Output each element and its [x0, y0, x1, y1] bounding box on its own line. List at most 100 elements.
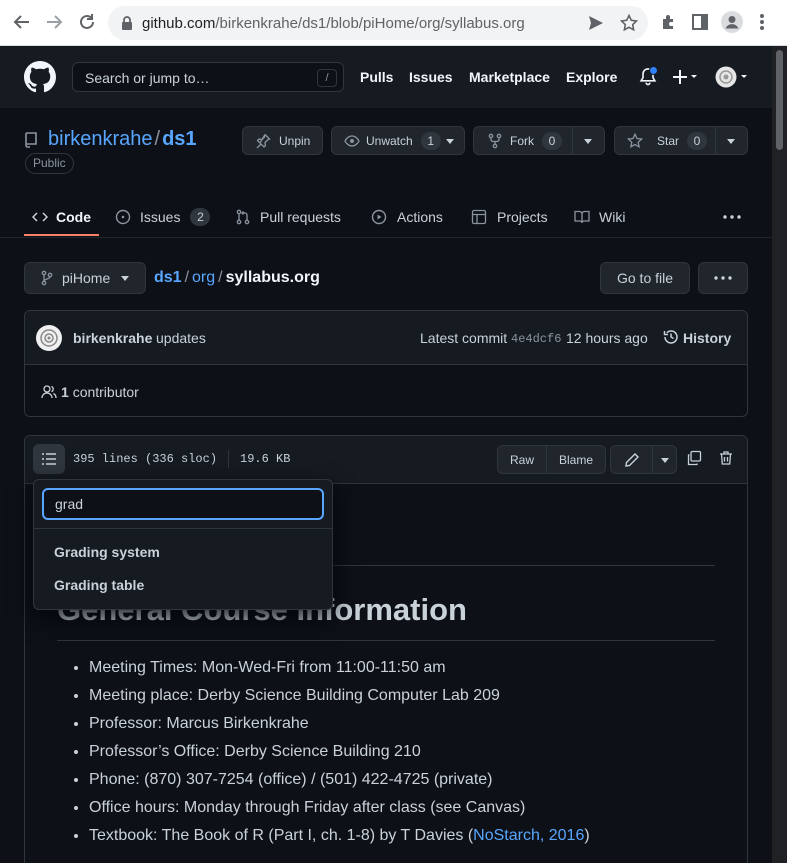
browser-menu-icon[interactable]	[759, 13, 765, 31]
profile-icon[interactable]	[721, 11, 743, 33]
list-unordered-icon	[41, 451, 57, 467]
contributors-link[interactable]: 1 contributor	[61, 384, 139, 400]
repo-title: birkenkrahe / ds1	[48, 128, 197, 151]
tab-code-label: Code	[56, 209, 91, 225]
nav-marketplace[interactable]: Marketplace	[469, 69, 550, 85]
contributors-label: contributor	[72, 384, 139, 400]
forward-icon[interactable]	[44, 12, 64, 32]
tab-projects[interactable]: Projects	[471, 196, 548, 238]
commit-author-avatar[interactable]	[36, 325, 62, 351]
create-new-icon[interactable]	[672, 68, 698, 86]
go-to-file-button[interactable]: Go to file	[600, 262, 690, 294]
star-icon	[627, 132, 643, 149]
scrollbar-thumb[interactable]	[776, 50, 783, 150]
fork-dropdown-icon[interactable]	[584, 139, 592, 144]
edit-dropdown-icon[interactable]	[661, 458, 669, 463]
commit-author-link[interactable]: birkenkrahe	[73, 330, 152, 346]
tabs-overflow-button[interactable]	[723, 196, 741, 238]
breadcrumb-separator: /	[218, 269, 223, 286]
file-more-button[interactable]	[698, 262, 748, 294]
back-icon[interactable]	[12, 12, 32, 32]
reload-icon[interactable]	[77, 12, 97, 32]
extensions-icon[interactable]	[660, 13, 678, 31]
repo-tabs: Code Issues 2 Pull requests Actions Proj…	[0, 196, 772, 238]
blame-button[interactable]: Blame	[546, 445, 606, 474]
kebab-horizontal-icon	[723, 215, 741, 219]
breadcrumb-dir-link[interactable]: org	[192, 269, 215, 286]
breadcrumb-separator: /	[184, 269, 190, 286]
issues-counter: 2	[190, 208, 211, 226]
history-link[interactable]: History	[683, 330, 731, 346]
send-icon[interactable]	[588, 15, 604, 31]
dropdown-divider	[34, 528, 332, 529]
edit-file-button[interactable]	[610, 445, 677, 474]
user-avatar[interactable]	[715, 66, 749, 88]
kebab-horizontal-icon	[714, 276, 732, 280]
outline-option-grading-table[interactable]: Grading table	[54, 577, 144, 593]
tab-pull-requests[interactable]: Pull requests	[235, 196, 341, 238]
address-bar[interactable]: github.com/birkenkrahe/ds1/blob/piHome/o…	[108, 6, 648, 40]
star-bookmark-icon[interactable]	[620, 14, 638, 32]
list-item: Textbook: The Book of R (Part I, ch. 1-8…	[89, 826, 590, 854]
lock-icon[interactable]	[120, 15, 134, 31]
go-to-file-label: Go to file	[616, 270, 674, 286]
repo-title-separator: /	[154, 128, 161, 150]
outline-toggle-button[interactable]	[33, 444, 65, 474]
repo-owner-link[interactable]: birkenkrahe	[48, 128, 153, 150]
file-header: 395 lines (336 sloc) 19.6 KB Raw Blame	[25, 436, 747, 484]
tab-actions-label: Actions	[397, 209, 443, 225]
commit-hash-link[interactable]: 4e4dcf6	[511, 332, 561, 346]
outline-filter-input[interactable]	[42, 488, 324, 520]
nav-issues[interactable]: Issues	[409, 69, 453, 85]
table-icon	[471, 209, 487, 225]
fork-button[interactable]: Fork 0	[473, 126, 605, 155]
tab-wiki[interactable]: Wiki	[574, 196, 625, 238]
history-icon[interactable]	[663, 329, 679, 345]
global-search-input[interactable]: Search or jump to… /	[72, 62, 344, 92]
raw-button[interactable]: Raw	[497, 445, 547, 474]
outline-dropdown: Grading system Grading table	[33, 479, 333, 610]
tab-wiki-label: Wiki	[599, 209, 626, 225]
list-item: Office hours: Monday through Friday afte…	[89, 798, 590, 826]
commit-message[interactable]: updates	[156, 330, 206, 346]
breadcrumb: ds1/org / syllabus.org	[154, 269, 320, 287]
contributors-count: 1	[61, 384, 69, 400]
latest-commit-label: Latest commit	[420, 330, 508, 346]
github-header: Search or jump to… / Pulls Issues Market…	[0, 46, 772, 108]
unwatch-button[interactable]: Unwatch 1	[331, 126, 465, 155]
chevron-down-icon	[446, 139, 454, 144]
course-info-list: Meeting Times: Mon-Wed-Fri from 11:00-11…	[89, 658, 590, 854]
outline-option-grading-system[interactable]: Grading system	[54, 544, 160, 560]
tab-issues[interactable]: Issues 2	[115, 196, 211, 238]
branch-selector[interactable]: piHome	[24, 262, 146, 294]
branch-icon	[41, 270, 53, 286]
trash-icon[interactable]	[718, 450, 734, 466]
repo-icon	[24, 132, 38, 148]
search-shortcut-key: /	[317, 69, 337, 87]
side-panel-icon[interactable]	[691, 13, 709, 31]
page-scrollbar[interactable]	[772, 46, 787, 863]
list-item: Phone: (870) 307-7254 (office) / (501) 4…	[89, 770, 590, 798]
blame-label: Blame	[558, 452, 593, 467]
nav-explore[interactable]: Explore	[566, 69, 617, 85]
star-dropdown-icon[interactable]	[727, 139, 735, 144]
star-button[interactable]: Star 0	[614, 126, 748, 155]
commit-box: birkenkrahe updates Latest commit 4e4dcf…	[24, 310, 748, 417]
unwatch-label: Unwatch	[366, 133, 413, 148]
fork-split-divider	[572, 127, 573, 154]
unpin-label: Unpin	[279, 133, 311, 148]
pull-request-icon	[235, 209, 251, 225]
list-item: Meeting Times: Mon-Wed-Fri from 11:00-11…	[89, 658, 590, 686]
tab-actions[interactable]: Actions	[371, 196, 443, 238]
github-logo-icon[interactable]	[24, 61, 56, 93]
url-text[interactable]: github.com/birkenkrahe/ds1/blob/piHome/o…	[142, 15, 525, 32]
nav-pulls[interactable]: Pulls	[360, 69, 393, 85]
unpin-button[interactable]: Unpin	[242, 126, 323, 155]
breadcrumb-root-link[interactable]: ds1	[154, 269, 182, 286]
tab-code[interactable]: Code	[32, 196, 91, 238]
textbook-suffix: )	[584, 827, 590, 844]
textbook-link[interactable]: NoStarch, 2016	[473, 827, 584, 844]
repo-name-link[interactable]: ds1	[162, 128, 196, 150]
file-size: 19.6 KB	[240, 452, 291, 466]
copy-icon[interactable]	[686, 450, 702, 466]
